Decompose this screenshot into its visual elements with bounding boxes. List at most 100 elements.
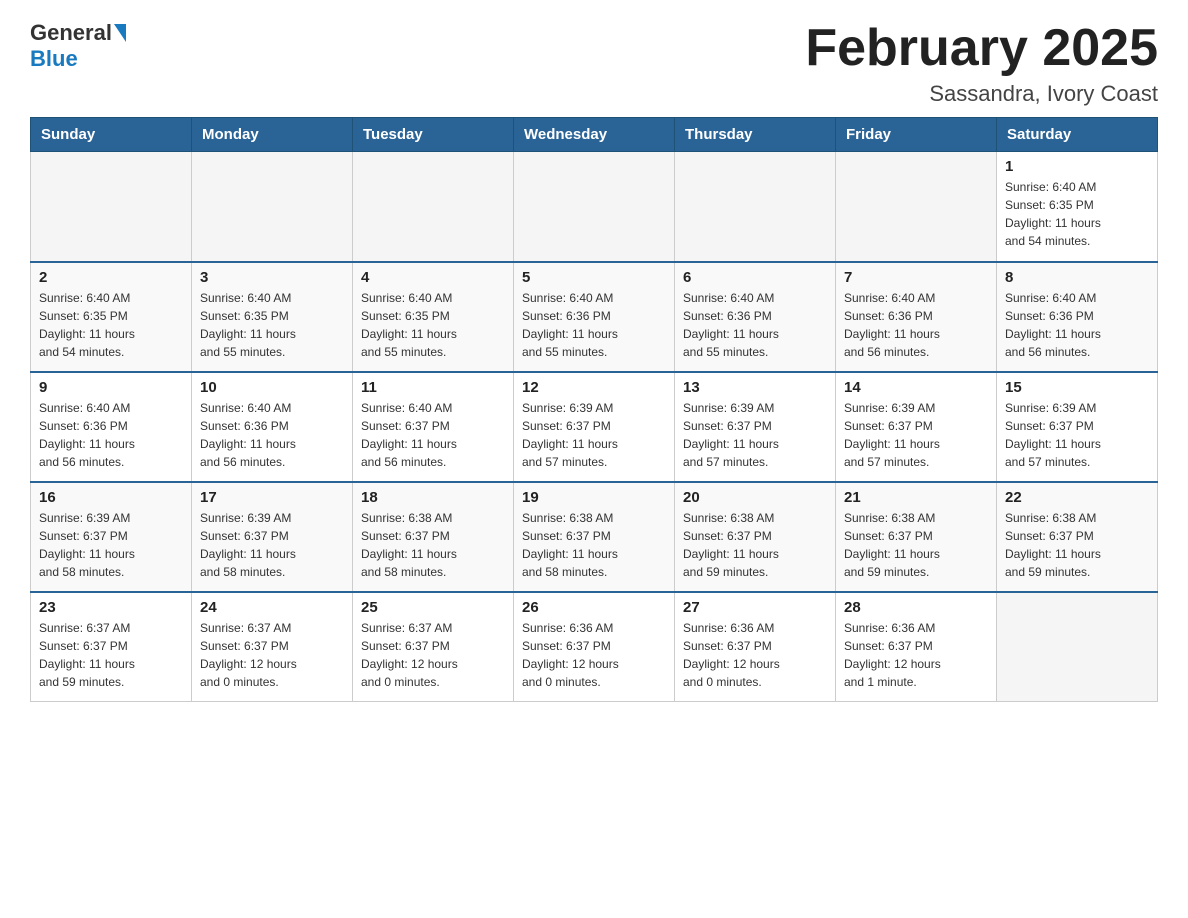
header-row: SundayMondayTuesdayWednesdayThursdayFrid… [31,118,1158,152]
logo-general-text: General [30,20,112,46]
calendar-cell: 19 Sunrise: 6:38 AMSunset: 6:37 PMDayligh… [514,482,675,592]
header-cell-tuesday: Tuesday [353,118,514,152]
day-number: 9 [39,379,183,396]
calendar-cell: 8Sunrise: 6:40 AMSunset: 6:36 PMDaylight… [997,262,1158,372]
day-number: 1 [1005,158,1149,175]
calendar-row-4: 16 Sunrise: 6:39 AMSunset: 6:37 PMDayligh… [31,482,1158,592]
day-info: Sunrise: 6:38 AMSunset: 6:37 PMDaylight:… [522,509,666,581]
calendar-cell: 4 Sunrise: 6:40 AMSunset: 6:35 PMDaylight… [353,262,514,372]
day-number: 23 [39,599,183,616]
day-info: Sunrise: 6:39 AMSunset: 6:37 PMDaylight:… [522,399,666,471]
day-info: Sunrise: 6:40 AMSunset: 6:36 PMDaylight:… [683,289,827,361]
day-number: 14 [844,379,988,396]
day-number: 19 [522,489,666,506]
day-number: 25 [361,599,505,616]
calendar-cell: 6 Sunrise: 6:40 AMSunset: 6:36 PMDaylight… [675,262,836,372]
calendar-cell [353,152,514,262]
day-info: Sunrise: 6:40 AMSunset: 6:36 PMDaylight:… [200,399,344,471]
day-number: 4 [361,269,505,286]
calendar-cell: 24Sunrise: 6:37 AMSunset: 6:37 PMDayligh… [192,592,353,702]
calendar-cell [514,152,675,262]
calendar-cell: 22 Sunrise: 6:38 AMSunset: 6:37 PMDayligh… [997,482,1158,592]
day-number: 6 [683,269,827,286]
day-info: Sunrise: 6:39 AMSunset: 6:37 PMDaylight:… [1005,399,1149,471]
day-info: Sunrise: 6:37 AMSunset: 6:37 PMDaylight:… [361,619,505,691]
day-number: 28 [844,599,988,616]
calendar-cell: 25 Sunrise: 6:37 AMSunset: 6:37 PMDayligh… [353,592,514,702]
logo-triangle-icon [114,24,126,42]
day-info: Sunrise: 6:40 AMSunset: 6:35 PMDaylight:… [361,289,505,361]
day-info: Sunrise: 6:36 AMSunset: 6:37 PMDaylight:… [683,619,827,691]
day-number: 22 [1005,489,1149,506]
day-info: Sunrise: 6:36 AMSunset: 6:37 PMDaylight:… [522,619,666,691]
header-cell-sunday: Sunday [31,118,192,152]
calendar-row-3: 9 Sunrise: 6:40 AMSunset: 6:36 PMDaylight… [31,372,1158,482]
day-number: 26 [522,599,666,616]
calendar-table: SundayMondayTuesdayWednesdayThursdayFrid… [30,117,1158,702]
calendar-cell: 26 Sunrise: 6:36 AMSunset: 6:37 PMDayligh… [514,592,675,702]
calendar-cell [675,152,836,262]
calendar-cell: 3 Sunrise: 6:40 AMSunset: 6:35 PMDaylight… [192,262,353,372]
calendar-cell: 17Sunrise: 6:39 AMSunset: 6:37 PMDayligh… [192,482,353,592]
month-title: February 2025 [805,20,1158,77]
calendar-cell: 12 Sunrise: 6:39 AMSunset: 6:37 PMDayligh… [514,372,675,482]
day-info: Sunrise: 6:40 AMSunset: 6:37 PMDaylight:… [361,399,505,471]
day-number: 15 [1005,379,1149,396]
calendar-cell: 16 Sunrise: 6:39 AMSunset: 6:37 PMDayligh… [31,482,192,592]
day-info: Sunrise: 6:38 AMSunset: 6:37 PMDaylight:… [361,509,505,581]
day-number: 24 [200,599,344,616]
calendar-cell: 9 Sunrise: 6:40 AMSunset: 6:36 PMDaylight… [31,372,192,482]
calendar-cell: 5Sunrise: 6:40 AMSunset: 6:36 PMDaylight… [514,262,675,372]
day-info: Sunrise: 6:40 AMSunset: 6:35 PMDaylight:… [200,289,344,361]
calendar-body: 1 Sunrise: 6:40 AMSunset: 6:35 PMDaylight… [31,152,1158,702]
calendar-cell: 27 Sunrise: 6:36 AMSunset: 6:37 PMDayligh… [675,592,836,702]
day-info: Sunrise: 6:40 AMSunset: 6:35 PMDaylight:… [1005,178,1149,250]
day-number: 16 [39,489,183,506]
calendar-row-1: 1 Sunrise: 6:40 AMSunset: 6:35 PMDaylight… [31,152,1158,262]
day-info: Sunrise: 6:38 AMSunset: 6:37 PMDaylight:… [1005,509,1149,581]
logo-blue-text: Blue [30,46,78,71]
calendar-row-2: 2 Sunrise: 6:40 AMSunset: 6:35 PMDaylight… [31,262,1158,372]
day-info: Sunrise: 6:40 AMSunset: 6:36 PMDaylight:… [39,399,183,471]
calendar-cell: 7Sunrise: 6:40 AMSunset: 6:36 PMDaylight… [836,262,997,372]
day-number: 20 [683,489,827,506]
day-info: Sunrise: 6:40 AMSunset: 6:36 PMDaylight:… [522,289,666,361]
header-cell-friday: Friday [836,118,997,152]
day-number: 10 [200,379,344,396]
location-subtitle: Sassandra, Ivory Coast [805,81,1158,107]
day-number: 12 [522,379,666,396]
day-number: 27 [683,599,827,616]
calendar-header: SundayMondayTuesdayWednesdayThursdayFrid… [31,118,1158,152]
calendar-cell: 21Sunrise: 6:38 AMSunset: 6:37 PMDayligh… [836,482,997,592]
calendar-cell: 2 Sunrise: 6:40 AMSunset: 6:35 PMDaylight… [31,262,192,372]
title-block: February 2025 Sassandra, Ivory Coast [805,20,1158,107]
day-number: 3 [200,269,344,286]
day-info: Sunrise: 6:36 AMSunset: 6:37 PMDaylight:… [844,619,988,691]
day-number: 13 [683,379,827,396]
day-number: 7 [844,269,988,286]
calendar-cell: 23 Sunrise: 6:37 AMSunset: 6:37 PMDayligh… [31,592,192,702]
calendar-cell: 28 Sunrise: 6:36 AMSunset: 6:37 PMDayligh… [836,592,997,702]
logo: General Blue [30,20,128,72]
calendar-cell: 11Sunrise: 6:40 AMSunset: 6:37 PMDayligh… [353,372,514,482]
day-info: Sunrise: 6:39 AMSunset: 6:37 PMDaylight:… [39,509,183,581]
page-header: General Blue February 2025 Sassandra, Iv… [30,20,1158,107]
calendar-cell [31,152,192,262]
day-info: Sunrise: 6:39 AMSunset: 6:37 PMDaylight:… [844,399,988,471]
day-number: 21 [844,489,988,506]
calendar-cell: 13 Sunrise: 6:39 AMSunset: 6:37 PMDayligh… [675,372,836,482]
header-cell-monday: Monday [192,118,353,152]
day-info: Sunrise: 6:40 AMSunset: 6:35 PMDaylight:… [39,289,183,361]
day-info: Sunrise: 6:40 AMSunset: 6:36 PMDaylight:… [1005,289,1149,361]
header-cell-thursday: Thursday [675,118,836,152]
calendar-cell [192,152,353,262]
header-cell-saturday: Saturday [997,118,1158,152]
calendar-cell: 20Sunrise: 6:38 AMSunset: 6:37 PMDayligh… [675,482,836,592]
calendar-cell [997,592,1158,702]
day-info: Sunrise: 6:39 AMSunset: 6:37 PMDaylight:… [683,399,827,471]
calendar-cell: 14 Sunrise: 6:39 AMSunset: 6:37 PMDayligh… [836,372,997,482]
day-info: Sunrise: 6:37 AMSunset: 6:37 PMDaylight:… [39,619,183,691]
day-number: 2 [39,269,183,286]
day-number: 17 [200,489,344,506]
calendar-cell: 15 Sunrise: 6:39 AMSunset: 6:37 PMDayligh… [997,372,1158,482]
